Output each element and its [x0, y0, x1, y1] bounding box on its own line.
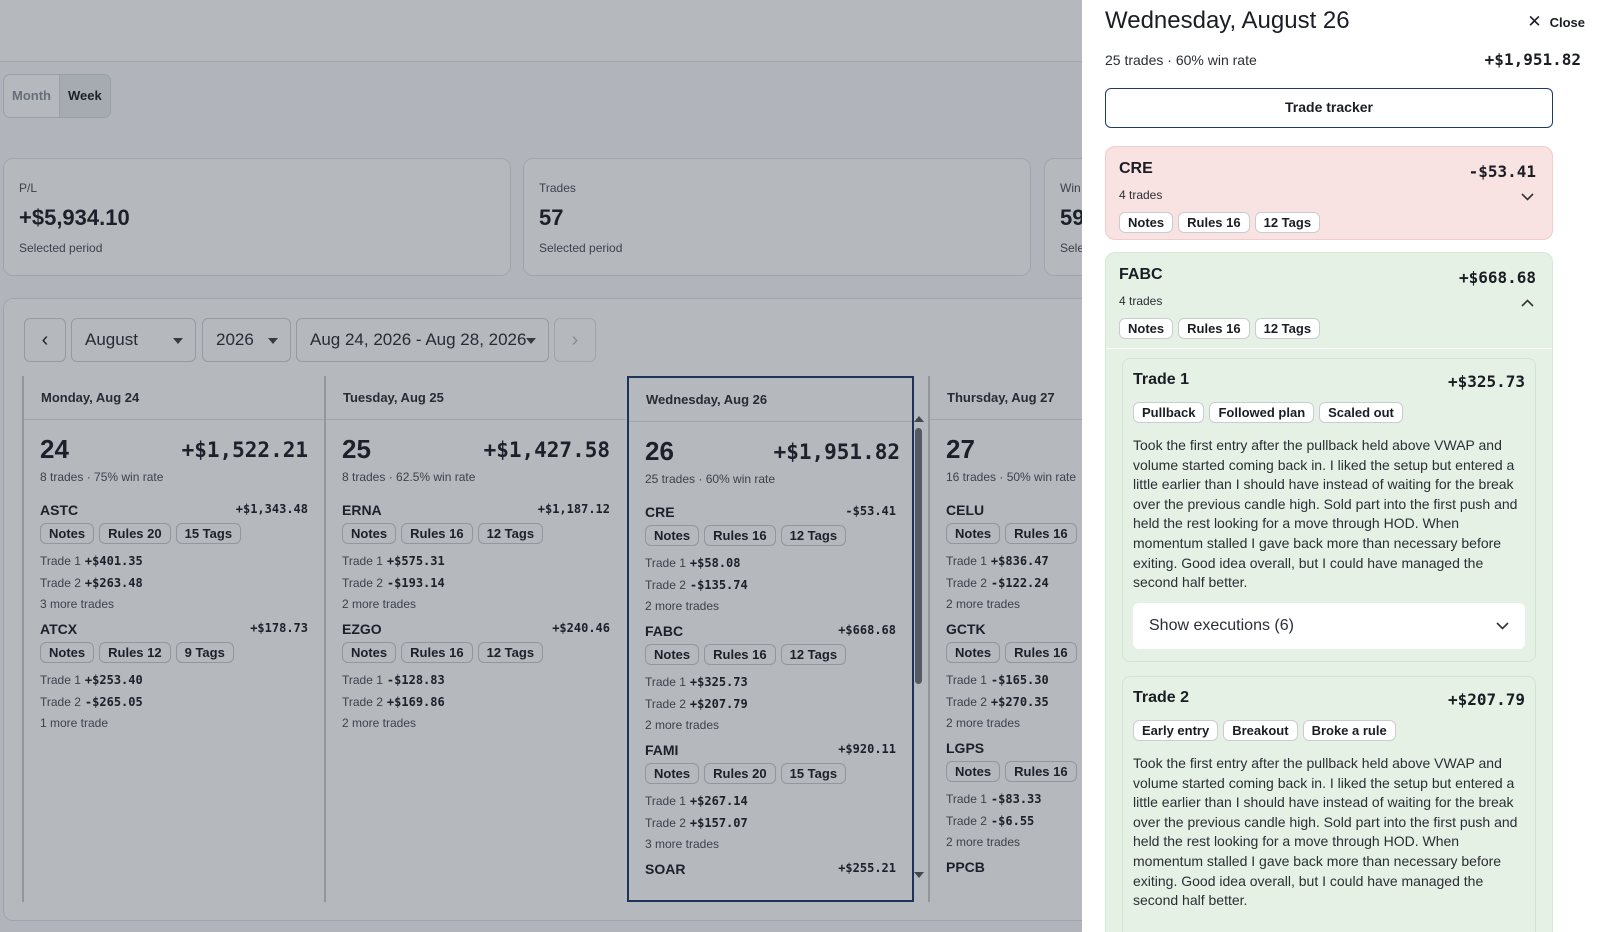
ticker-card-fabc[interactable]: FABC +$668.68 4 trades Notes Rules 16 12… [1105, 252, 1553, 348]
trade-count: 4 trades [1119, 294, 1163, 308]
day-detail-drawer: Wednesday, August 26 ✕ Close 25 trades ·… [1082, 0, 1603, 932]
rules-chip[interactable]: Rules 16 [1178, 318, 1250, 339]
close-icon: ✕ [1527, 12, 1542, 31]
drawer-title: Wednesday, August 26 [1105, 7, 1350, 34]
tag-chip[interactable]: Followed plan [1209, 402, 1315, 423]
trade-card[interactable]: Trade 1 +$325.73 Pullback Followed plan … [1122, 358, 1536, 662]
ticker-amount: -$53.41 [1468, 162, 1536, 181]
show-executions-button[interactable]: Show executions (6) [1133, 602, 1525, 649]
divider [1106, 348, 1552, 349]
show-executions-label: Show executions (6) [1149, 616, 1294, 634]
tag-chip[interactable]: Scaled out [1319, 402, 1403, 423]
ticker-card-cre[interactable]: CRE -$53.41 4 trades Notes Rules 16 12 T… [1105, 146, 1553, 240]
chevron-up-icon[interactable] [1521, 295, 1534, 310]
close-label: Close [1549, 14, 1585, 30]
tags-chip[interactable]: 12 Tags [1254, 318, 1321, 339]
tags-chip[interactable]: 12 Tags [1254, 212, 1321, 233]
chevron-down-icon [1496, 617, 1509, 635]
chevron-down-icon[interactable] [1521, 189, 1534, 204]
trade-count: 4 trades [1119, 188, 1163, 202]
tag-chip[interactable]: Early entry [1133, 720, 1219, 741]
rules-chip[interactable]: Rules 16 [1178, 212, 1250, 233]
trade-tracker-button[interactable]: Trade tracker [1105, 88, 1553, 128]
tag-chip[interactable]: Broke a rule [1302, 720, 1396, 741]
drawer-summary: 25 trades · 60% win rate [1105, 52, 1257, 68]
trade-note: Took the first entry after the pullback … [1133, 755, 1518, 909]
trade-amount: +$207.79 [1447, 690, 1525, 709]
notes-chip[interactable]: Notes [1119, 318, 1174, 339]
tag-chip[interactable]: Pullback [1133, 402, 1205, 423]
drawer-total-pl: +$1,951.82 [1484, 50, 1581, 69]
trade-note: Took the first entry after the pullback … [1133, 437, 1518, 591]
trade-amount: +$325.73 [1447, 372, 1525, 391]
tag-chip[interactable]: Breakout [1223, 720, 1298, 741]
trade-card[interactable]: Trade 2 +$207.79 Early entry Breakout Br… [1122, 676, 1536, 932]
modal-backdrop[interactable] [0, 0, 1082, 932]
ticker-amount: +$668.68 [1458, 268, 1536, 287]
notes-chip[interactable]: Notes [1119, 212, 1174, 233]
close-button[interactable]: ✕ Close [1527, 12, 1585, 32]
